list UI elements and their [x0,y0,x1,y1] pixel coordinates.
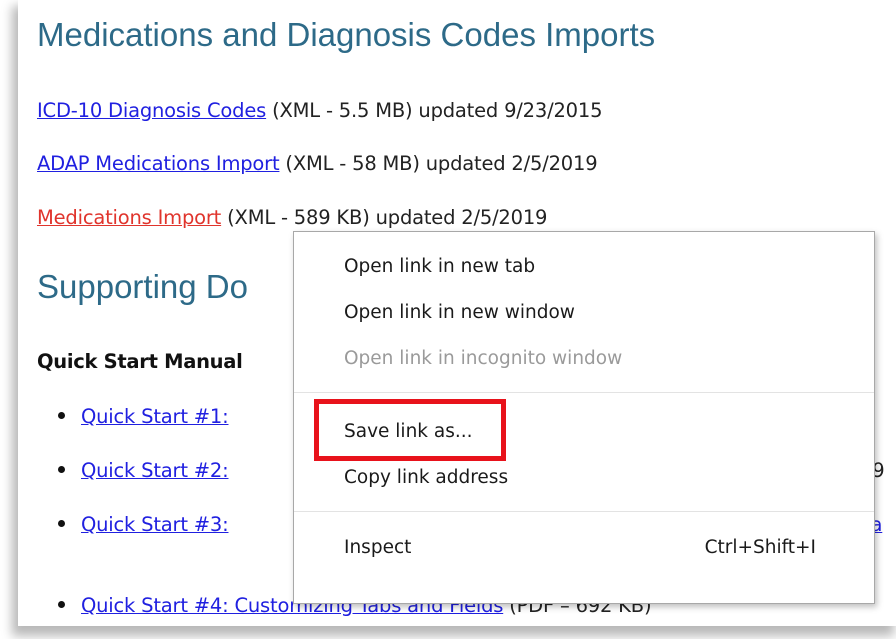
highlight-box [314,399,506,461]
quick-start-2-link[interactable]: Quick Start #2: [81,459,229,482]
bullet-icon [58,466,65,473]
adap-medications-link[interactable]: ADAP Medications Import [37,152,280,175]
import-row-adap: ADAP Medications Import (XML - 58 MB) up… [37,152,598,175]
menu-item-copy-link-address[interactable]: Copy link address [294,455,874,501]
section-title-supporting-docs: Supporting Do [37,268,248,305]
list-item: Quick Start #2: [58,459,229,482]
menu-item-inspect[interactable]: Inspect Ctrl+Shift+I [294,525,874,571]
inspect-shortcut: Ctrl+Shift+I [704,537,816,558]
medications-info: (XML - 589 KB) updated 2/5/2019 [221,206,548,229]
bullet-icon [58,601,65,608]
quick-start-heading: Quick Start Manual [37,350,243,373]
icd10-info: (XML - 5.5 MB) updated 9/23/2015 [266,99,603,122]
list-item: Quick Start #3: [58,513,229,536]
menu-separator [294,392,874,393]
adap-info: (XML - 58 MB) updated 2/5/2019 [279,152,598,175]
inspect-label: Inspect [344,537,412,558]
icd10-link[interactable]: ICD-10 Diagnosis Codes [37,99,266,122]
quick-start-3-link[interactable]: Quick Start #3: [81,513,229,536]
menu-item-open-new-tab[interactable]: Open link in new tab [294,244,874,290]
screenshot-frame: Medications and Diagnosis Codes Imports … [0,0,896,639]
bullet-icon [58,412,65,419]
section-title-imports: Medications and Diagnosis Codes Imports [37,16,656,53]
menu-separator [294,511,874,512]
import-row-medications: Medications Import (XML - 589 KB) update… [37,206,547,229]
menu-item-open-new-window[interactable]: Open link in new window [294,290,874,336]
menu-item-open-incognito: Open link in incognito window [344,348,623,369]
list-item: Quick Start #1: [58,405,229,428]
medications-import-link[interactable]: Medications Import [37,206,221,229]
quick-start-1-link[interactable]: Quick Start #1: [81,405,229,428]
import-row-icd10: ICD-10 Diagnosis Codes (XML - 5.5 MB) up… [37,99,602,122]
bullet-icon [58,520,65,527]
